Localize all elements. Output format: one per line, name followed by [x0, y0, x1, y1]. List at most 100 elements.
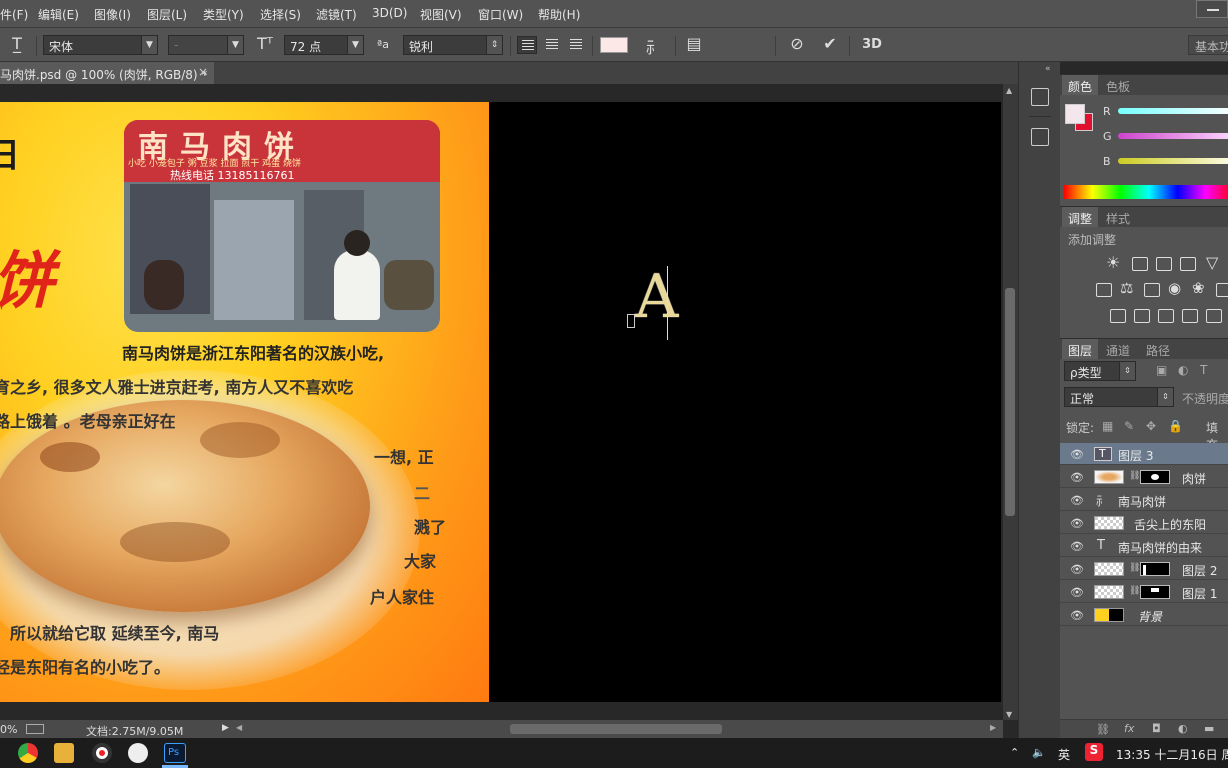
clock[interactable]: 13:35 十二月16日 周 — [1116, 746, 1228, 763]
character-panel-icon[interactable]: ▤ — [684, 34, 704, 53]
language-indicator[interactable]: 英 — [1058, 746, 1070, 763]
add-mask-icon[interactable]: ◘ — [1152, 722, 1161, 735]
scroll-left-icon[interactable]: ◀ — [236, 723, 242, 732]
file-explorer-icon[interactable] — [54, 743, 74, 763]
brightness-icon[interactable]: ☀ — [1106, 253, 1120, 272]
ime-icon[interactable]: S — [1085, 743, 1103, 761]
poster-canvas[interactable]: 南马肉饼 小吃 小笼包子 粥 豆浆 拉面 煎干 鸡蛋 烧饼 热线电话 13185… — [0, 102, 489, 702]
new-group-icon[interactable]: ▬ — [1204, 722, 1214, 735]
channel-r-slider[interactable] — [1118, 108, 1228, 114]
font-size-select[interactable]: 72 点 ▼ — [284, 35, 364, 55]
document-tab[interactable]: 马肉饼.psd @ 100% (肉饼, RGB/8) * × — [0, 62, 214, 84]
channel-b-slider[interactable] — [1118, 158, 1228, 164]
layer-row-origin-text[interactable]: 👁 T 南马肉饼的由来 — [1060, 535, 1228, 557]
vibrance-icon[interactable]: ▽ — [1206, 253, 1218, 272]
eye-icon[interactable]: 👁 — [1070, 471, 1084, 484]
status-menu-icon[interactable] — [26, 724, 44, 734]
eye-icon[interactable]: 👁 — [1070, 517, 1084, 530]
antialias-select[interactable]: 锐利 ⇕ — [403, 35, 503, 55]
eye-icon[interactable]: 👁 — [1070, 609, 1084, 622]
lock-all-icon[interactable]: 🔒 — [1168, 419, 1183, 433]
menu-3d[interactable]: 3D(D) — [372, 6, 407, 20]
zoom-level[interactable]: 0% — [0, 723, 17, 736]
tab-adjustments[interactable]: 调整 — [1062, 207, 1099, 227]
menu-edit[interactable]: 编辑(E) — [38, 6, 79, 23]
layer-row-warp-text[interactable]: 👁 ⺬ 南马肉饼 — [1060, 489, 1228, 511]
3d-button[interactable]: 3D — [860, 37, 884, 52]
commit-check-icon[interactable]: ✔ — [820, 34, 840, 53]
align-center-button[interactable] — [542, 36, 562, 54]
menu-type[interactable]: 类型(Y) — [203, 6, 244, 23]
align-right-button[interactable] — [566, 36, 586, 54]
photo-filter-icon[interactable]: ◉ — [1168, 279, 1181, 297]
tab-layers[interactable]: 图层 — [1062, 339, 1099, 359]
eye-icon[interactable]: 👁 — [1070, 586, 1084, 599]
layer-mask-thumbnail[interactable] — [1140, 562, 1170, 576]
menu-filter[interactable]: 滤镜(T) — [316, 6, 357, 23]
filter-type-icon[interactable]: T — [1200, 363, 1207, 377]
layer-row-meat-pie[interactable]: 👁 ⛓ 肉饼 — [1060, 466, 1228, 488]
eye-icon[interactable]: 👁 — [1070, 540, 1084, 553]
scroll-right-icon[interactable]: ▶ — [990, 723, 996, 732]
tab-swatches[interactable]: 色板 — [1100, 75, 1137, 95]
menu-select[interactable]: 选择(S) — [260, 6, 301, 23]
eye-icon[interactable]: 👁 — [1070, 494, 1084, 507]
canvas-typed-text[interactable]: A — [635, 262, 678, 332]
workspace-switcher[interactable]: 基本功 — [1188, 35, 1228, 55]
color-balance-icon[interactable]: ⚖ — [1120, 279, 1133, 297]
status-expand-icon[interactable]: ▶ — [222, 723, 229, 733]
cancel-icon[interactable]: ⊘ — [787, 34, 807, 53]
curves-icon[interactable] — [1156, 257, 1172, 271]
fx-icon[interactable]: fx — [1124, 722, 1134, 735]
menu-layer[interactable]: 图层(L) — [147, 6, 187, 23]
close-icon[interactable]: × — [198, 65, 208, 79]
align-left-button[interactable] — [517, 36, 537, 54]
text-color-swatch[interactable] — [600, 37, 628, 53]
layer-filter-select[interactable]: ρ类型 ⇕ — [1064, 361, 1136, 381]
channel-g-slider[interactable] — [1118, 133, 1228, 139]
foreground-color-swatch[interactable] — [1065, 104, 1085, 124]
threshold-icon[interactable] — [1158, 309, 1174, 323]
layer-row-layer2[interactable]: 👁 ⛓ 图层 2 — [1060, 558, 1228, 580]
menu-help[interactable]: 帮助(H) — [538, 6, 580, 23]
layer-mask-thumbnail[interactable] — [1140, 585, 1170, 599]
adjustment-layer-icon[interactable]: ◐ — [1178, 722, 1188, 735]
layer-row-layer1[interactable]: 👁 ⛓ 图层 1 — [1060, 581, 1228, 603]
filter-adjustment-icon[interactable]: ◐ — [1178, 363, 1188, 377]
chrome-icon[interactable] — [18, 743, 38, 763]
tab-paths[interactable]: 路径 — [1140, 339, 1177, 359]
menu-window[interactable]: 窗口(W) — [478, 6, 523, 23]
window-minimize-button[interactable] — [1196, 0, 1228, 18]
color-lookup-icon[interactable] — [1216, 283, 1228, 297]
font-style-select[interactable]: - ▼ — [168, 35, 244, 55]
black-white-icon[interactable] — [1144, 283, 1160, 297]
link-layers-icon[interactable]: ⛓ — [1096, 723, 1110, 736]
color-spectrum[interactable] — [1064, 185, 1228, 199]
collapse-panels-icon[interactable]: « — [1045, 64, 1051, 74]
posterize-icon[interactable] — [1134, 309, 1150, 323]
invert-icon[interactable] — [1110, 309, 1126, 323]
font-family-select[interactable]: 宋体 ▼ — [43, 35, 158, 55]
levels-icon[interactable] — [1132, 257, 1148, 271]
tray-chevron-icon[interactable]: ⌃ — [1010, 746, 1019, 759]
record-icon[interactable] — [92, 743, 112, 763]
type-tool-icon[interactable]: T̲ — [8, 34, 26, 53]
eye-icon[interactable]: 👁 — [1070, 563, 1084, 576]
layer-row-layer3[interactable]: 👁 T 图层 3 — [1060, 443, 1228, 465]
channel-mixer-icon[interactable]: ❀ — [1192, 279, 1205, 297]
filter-pixel-icon[interactable]: ▣ — [1156, 363, 1167, 377]
tab-styles[interactable]: 样式 — [1100, 207, 1137, 227]
hue-saturation-icon[interactable] — [1096, 283, 1112, 297]
lock-move-icon[interactable]: ✥ — [1146, 419, 1156, 433]
lock-transparent-icon[interactable]: ▦ — [1102, 419, 1113, 433]
vertical-scroll-thumb[interactable] — [1005, 288, 1015, 516]
exposure-icon[interactable] — [1180, 257, 1196, 271]
properties-panel-icon[interactable] — [1031, 128, 1049, 146]
black-canvas[interactable]: A — [489, 102, 1001, 702]
eye-icon[interactable]: 👁 — [1070, 448, 1084, 461]
layer-mask-thumbnail[interactable] — [1140, 470, 1170, 484]
volume-icon[interactable]: 🔈 — [1032, 746, 1046, 759]
media-icon[interactable] — [128, 743, 148, 763]
menu-file[interactable]: 件(F) — [0, 6, 28, 23]
horizontal-scroll-thumb[interactable] — [510, 724, 722, 734]
